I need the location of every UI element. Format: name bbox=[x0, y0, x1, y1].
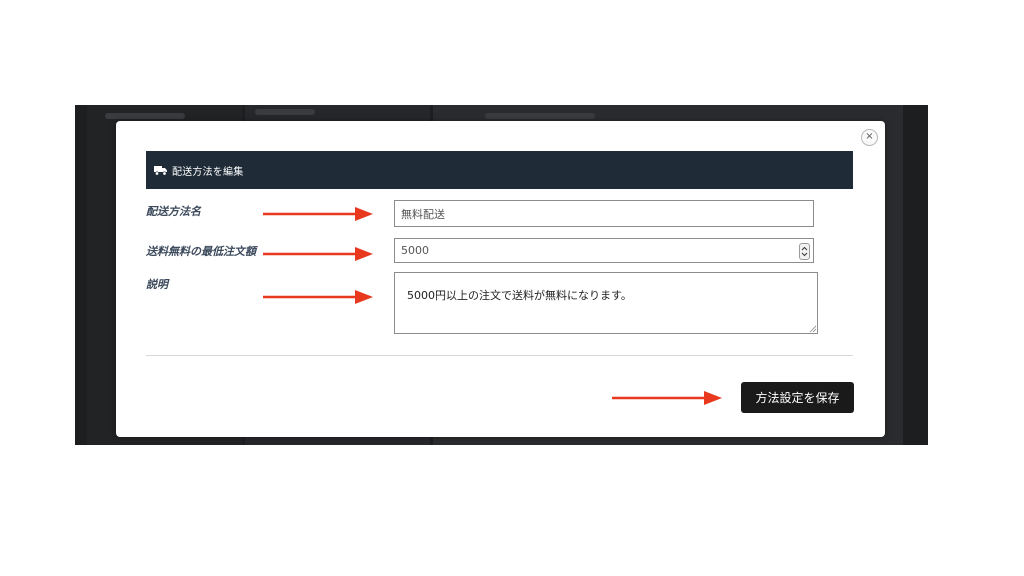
annotation-arrow bbox=[612, 391, 722, 405]
shipping-name-value: 無料配送 bbox=[401, 207, 445, 221]
min-order-input[interactable]: 5000 bbox=[394, 238, 814, 263]
description-label: 説明 bbox=[146, 278, 168, 291]
number-spinner-icon[interactable] bbox=[799, 243, 810, 260]
resize-grip-icon[interactable] bbox=[809, 325, 816, 332]
edit-shipping-method-modal: × 配送方法を編集 配送方法名 送料無料の最低注文額 説明 無料配送 5000 bbox=[116, 121, 885, 437]
background-text-line bbox=[485, 113, 595, 119]
modal-header: 配送方法を編集 bbox=[146, 151, 853, 189]
divider bbox=[146, 355, 853, 356]
annotation-arrow bbox=[263, 207, 373, 221]
annotation-arrow bbox=[263, 290, 373, 304]
min-order-label: 送料無料の最低注文額 bbox=[146, 245, 256, 258]
background-text-line bbox=[255, 109, 315, 115]
truck-icon bbox=[154, 164, 168, 176]
description-textarea[interactable]: 5000円以上の注文で送料が無料になります。 bbox=[394, 272, 818, 334]
annotation-arrow bbox=[263, 247, 373, 261]
description-value: 5000円以上の注文で送料が無料になります。 bbox=[407, 289, 632, 302]
shipping-name-input[interactable]: 無料配送 bbox=[394, 200, 814, 227]
save-method-button[interactable]: 方法設定を保存 bbox=[741, 382, 854, 413]
modal-title: 配送方法を編集 bbox=[172, 166, 244, 178]
shipping-name-label: 配送方法名 bbox=[146, 205, 201, 218]
min-order-value: 5000 bbox=[401, 244, 429, 257]
background-text-line bbox=[105, 113, 185, 119]
close-button[interactable]: × bbox=[861, 129, 878, 146]
